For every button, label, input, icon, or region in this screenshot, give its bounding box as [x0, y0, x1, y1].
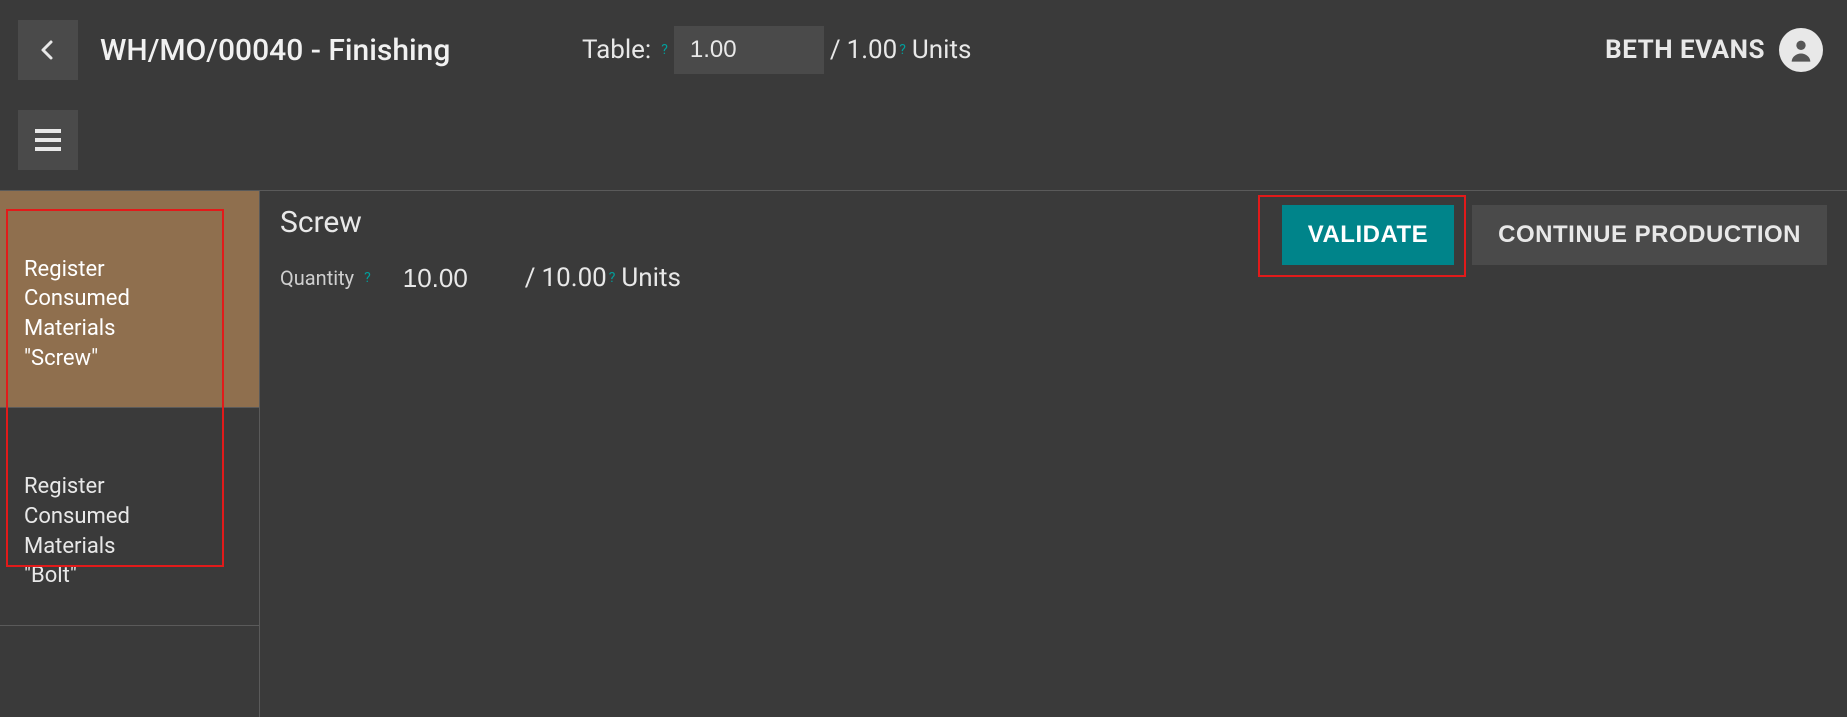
validate-wrap: VALIDATE: [1282, 205, 1454, 265]
action-buttons: VALIDATE CONTINUE PRODUCTION: [1282, 205, 1827, 265]
sidebar-item-label: Register Consumed Materials "Bolt": [24, 474, 130, 588]
continue-production-button[interactable]: CONTINUE PRODUCTION: [1472, 205, 1827, 265]
hamburger-icon: [35, 129, 61, 151]
page-title: WH/MO/00040 - Finishing: [100, 33, 450, 68]
qty-sep: /: [525, 263, 536, 293]
table-status: Table:? / 1.00 ? Units: [582, 26, 971, 74]
hamburger-menu-button[interactable]: [18, 110, 78, 170]
user-name: BETH EVANS: [1605, 35, 1765, 65]
table-qty-input[interactable]: [674, 26, 824, 74]
qty-total: 10.00: [541, 263, 606, 293]
table-label: Table:: [582, 35, 651, 65]
help-icon[interactable]: ?: [899, 42, 906, 58]
qty-units: Units: [621, 263, 680, 293]
top-bar: WH/MO/00040 - Finishing Table:? / 1.00 ?…: [0, 0, 1847, 100]
help-icon[interactable]: ?: [609, 270, 616, 286]
sidebar-item-bolt[interactable]: Register Consumed Materials "Bolt": [0, 408, 259, 625]
table-sep: /: [830, 35, 841, 65]
help-icon[interactable]: ?: [364, 270, 371, 286]
table-units: Units: [912, 35, 971, 65]
main-panel: Screw Quantity? / 10.00? Units VALIDATE …: [260, 191, 1847, 717]
steps-sidebar: Register Consumed Materials "Screw" Regi…: [0, 191, 260, 717]
person-icon: [1787, 36, 1815, 64]
content-body: Register Consumed Materials "Screw" Regi…: [0, 190, 1847, 717]
quantity-input[interactable]: [395, 258, 525, 298]
validate-button[interactable]: VALIDATE: [1282, 205, 1454, 265]
avatar: [1779, 28, 1823, 72]
sidebar-item-label: Register Consumed Materials "Screw": [24, 257, 130, 371]
quantity-label: Quantity: [280, 266, 354, 290]
table-total: 1.00: [847, 35, 898, 65]
arrow-left-icon: [36, 38, 60, 62]
back-button[interactable]: [18, 20, 78, 80]
sidebar-item-screw[interactable]: Register Consumed Materials "Screw": [0, 191, 259, 408]
user-menu[interactable]: BETH EVANS: [1605, 28, 1823, 72]
help-icon[interactable]: ?: [661, 42, 668, 58]
